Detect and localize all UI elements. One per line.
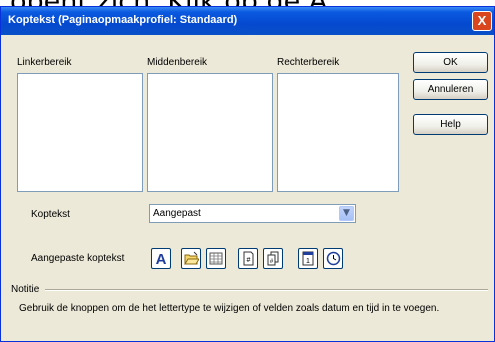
date-icon: 1 [302,251,314,266]
header-label: Koptekst [31,209,70,220]
header-dialog: Koptekst (Paginaopmaakprofiel: Standaard… [0,6,495,342]
right-area-label: Rechterbereik [277,57,340,68]
close-button[interactable]: X [472,11,492,31]
chevron-down-icon[interactable]: ▼ [339,206,354,221]
title-bar[interactable]: Koptekst (Paginaopmaakprofiel: Standaard… [1,7,494,35]
note-label: Notitie [11,284,40,295]
center-area-label: Middenbereik [147,57,208,68]
center-area-editor[interactable] [147,73,273,192]
header-select-value: Aangepast [153,208,201,219]
svg-text:A: A [156,251,167,266]
left-area-label: Linkerbereik [17,57,72,68]
note-separator [45,289,488,291]
insert-table-button[interactable] [206,248,226,269]
font-a-icon: A [156,251,167,266]
custom-header-label: Aangepaste koptekst [31,253,125,264]
cancel-button[interactable]: Annuleren [413,79,488,100]
svg-text:#: # [247,257,251,264]
table-icon [209,252,223,265]
header-select[interactable]: Aangepast ▼ [149,204,356,223]
help-button[interactable]: Help [413,114,488,135]
svg-text:1: 1 [306,258,310,265]
clock-icon [326,251,341,266]
left-area-editor[interactable] [17,73,143,192]
page-count-button[interactable]: # [263,248,283,269]
time-button[interactable] [323,248,343,269]
folder-icon [184,251,199,265]
right-area-editor[interactable] [277,73,399,192]
note-text: Gebruik de knoppen om de het lettertype … [19,303,440,314]
page-count-icon: # [267,251,279,266]
font-a-button[interactable]: A [151,248,171,269]
page-number-button[interactable]: # [238,248,258,269]
open-folder-button[interactable] [181,248,201,269]
dialog-title: Koptekst (Paginaopmaakprofiel: Standaard… [8,14,238,26]
date-button[interactable]: 1 [298,248,318,269]
page-number-icon: # [243,251,254,266]
ok-button[interactable]: OK [413,52,488,73]
